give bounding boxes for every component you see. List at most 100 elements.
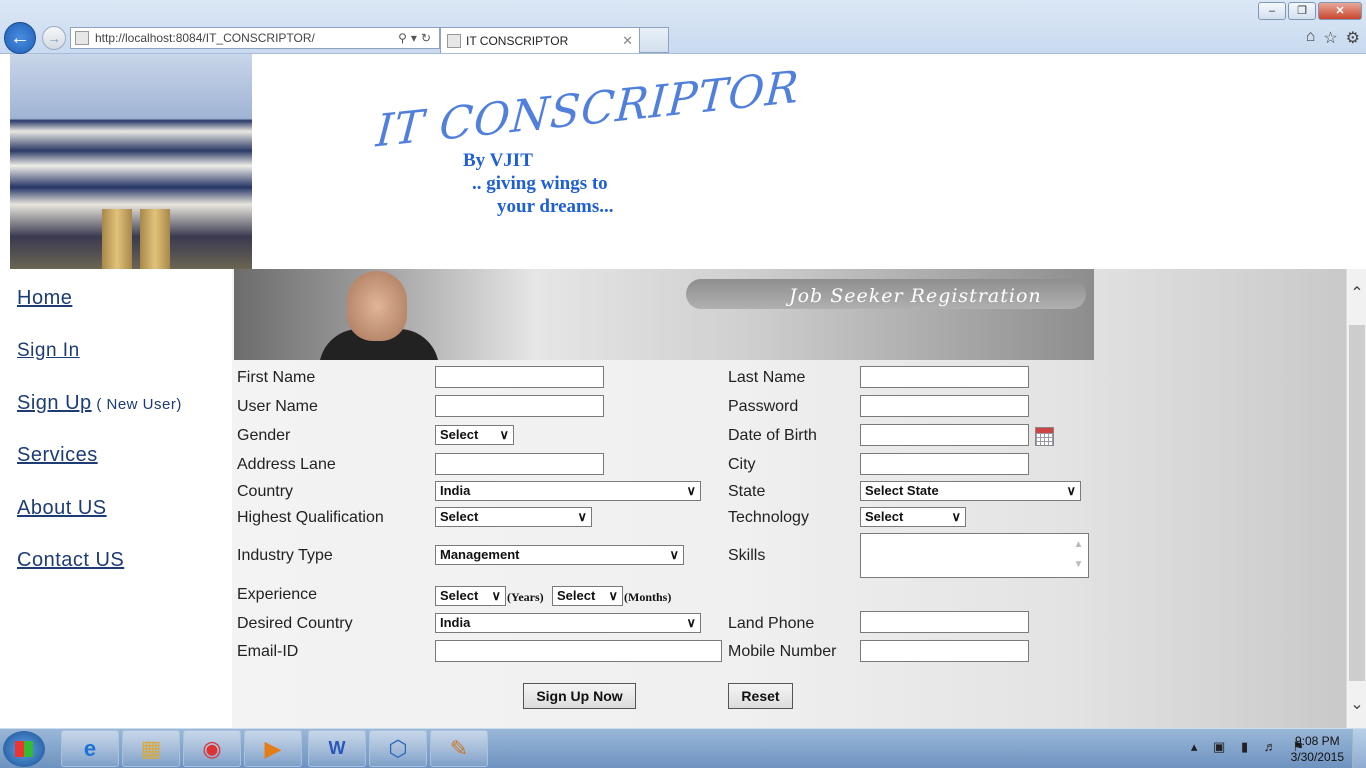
- taskbar-paint-icon[interactable]: ✎: [430, 730, 488, 767]
- city-label: City: [728, 456, 756, 473]
- building-pillar: [140, 209, 170, 269]
- state-value: Select State: [865, 483, 939, 498]
- gender-label: Gender: [237, 427, 291, 444]
- last-name-input[interactable]: [860, 366, 1029, 388]
- state-select[interactable]: Select State ∨: [860, 481, 1081, 501]
- windows-taskbar: e ▦ ◉ ▶ W ⬡ ✎ ▴ ▣ ▮ ♬ ⚑ 9:08 PM 3/30/201…: [0, 728, 1366, 768]
- chevron-down-icon: ∨: [669, 547, 679, 562]
- page-favicon-icon: [75, 31, 89, 45]
- clock-time: 9:08 PM: [1294, 734, 1340, 748]
- sidebar-nav: Home Sign In Sign Up ( New User) Service…: [0, 269, 232, 728]
- country-select[interactable]: India ∨: [435, 481, 701, 501]
- address-bar[interactable]: http://localhost:8084/IT_CONSCRIPTOR/ ⚲▾…: [70, 27, 440, 49]
- user-name-input[interactable]: [435, 395, 604, 417]
- chevron-down-icon: ∨: [577, 509, 587, 524]
- country-label: Country: [237, 483, 294, 500]
- state-label: State: [728, 483, 766, 500]
- page-scrollbar[interactable]: ⌃ ⌄: [1346, 269, 1366, 728]
- nav-sign-up-link[interactable]: Sign Up: [17, 392, 92, 414]
- skills-textarea[interactable]: ▲ ▼: [860, 533, 1089, 578]
- city-input[interactable]: [860, 453, 1029, 475]
- desired-country-value: India: [440, 615, 471, 630]
- dob-input[interactable]: [860, 424, 1029, 446]
- chevron-down-icon: ∨: [686, 483, 696, 498]
- browser-toolbar-icons: ⌂ ☆ ⚙: [1306, 28, 1360, 48]
- dob-label: Date of Birth: [728, 427, 817, 444]
- campus-building-image: [10, 54, 252, 269]
- taskbar-word-icon[interactable]: W: [308, 730, 366, 767]
- technology-select[interactable]: Select ∨: [860, 507, 966, 527]
- nav-about-link[interactable]: About US: [17, 497, 107, 520]
- country-value: India: [440, 483, 471, 498]
- chevron-down-icon: ∨: [1066, 483, 1076, 498]
- textarea-scroll-arrows[interactable]: ▲ ▼: [1070, 535, 1087, 576]
- industry-label: Industry Type: [237, 547, 333, 564]
- taskbar-virtualbox-icon[interactable]: ⬡: [369, 730, 427, 767]
- chevron-down-icon: ∨: [608, 588, 618, 603]
- back-button[interactable]: ←: [4, 22, 36, 54]
- gender-value: Select: [440, 427, 479, 442]
- job-seeker-banner: Job Seeker Registration: [234, 269, 1094, 360]
- nav-contact-link[interactable]: Contact US: [17, 549, 124, 572]
- qualification-select[interactable]: Select ∨: [435, 507, 592, 527]
- calendar-icon[interactable]: [1035, 427, 1054, 446]
- tagline-line-2: your dreams...: [497, 196, 614, 217]
- land-phone-input[interactable]: [860, 611, 1029, 633]
- settings-gear-icon[interactable]: ⚙: [1346, 28, 1360, 48]
- clock-date: 3/30/2015: [1290, 750, 1344, 764]
- skills-label: Skills: [728, 547, 766, 564]
- first-name-input[interactable]: [435, 366, 604, 388]
- taskbar-explorer-icon[interactable]: ▦: [122, 730, 180, 767]
- email-label: Email-ID: [237, 643, 299, 660]
- address-label: Address Lane: [237, 456, 336, 473]
- scroll-up-arrow-icon[interactable]: ⌃: [1347, 283, 1366, 303]
- last-name-label: Last Name: [728, 369, 806, 386]
- show-desktop-button[interactable]: [1352, 729, 1366, 768]
- tab-title: IT CONSCRIPTOR: [466, 33, 569, 48]
- home-icon[interactable]: ⌂: [1306, 28, 1316, 48]
- web-page: IT CONSCRIPTOR By VJIT .. giving wings t…: [0, 54, 1346, 728]
- url-text[interactable]: http://localhost:8084/IT_CONSCRIPTOR/: [95, 31, 315, 45]
- scroll-down-arrow-icon[interactable]: ⌄: [1347, 694, 1366, 714]
- taskbar-clock[interactable]: 9:08 PM 3/30/2015: [1291, 733, 1344, 765]
- nav-home-link[interactable]: Home: [17, 287, 72, 310]
- close-window-button[interactable]: ✕: [1318, 2, 1362, 20]
- taskbar-media-icon[interactable]: ▶: [244, 730, 302, 767]
- email-input[interactable]: [435, 640, 722, 662]
- password-input[interactable]: [860, 395, 1029, 417]
- forward-button[interactable]: →: [42, 26, 66, 50]
- technology-label: Technology: [728, 509, 809, 526]
- taskbar-ie-icon[interactable]: e: [61, 730, 119, 767]
- browser-tab[interactable]: IT CONSCRIPTOR ✕: [440, 27, 640, 53]
- chevron-down-icon: ∨: [951, 509, 961, 524]
- minimize-button[interactable]: –: [1258, 2, 1286, 20]
- address-input[interactable]: [435, 453, 604, 475]
- taskbar-chrome-icon[interactable]: ◉: [183, 730, 241, 767]
- tab-close-icon[interactable]: ✕: [622, 33, 633, 49]
- reset-button[interactable]: Reset: [728, 683, 793, 709]
- industry-select[interactable]: Management ∨: [435, 545, 684, 565]
- sign-up-now-button[interactable]: Sign Up Now: [523, 683, 636, 709]
- banner-person-image: [319, 269, 439, 360]
- experience-years-select[interactable]: Select ∨: [435, 586, 506, 606]
- first-name-label: First Name: [237, 369, 316, 386]
- site-logo: IT CONSCRIPTOR: [374, 61, 802, 158]
- desired-country-select[interactable]: India ∨: [435, 613, 701, 633]
- favorites-star-icon[interactable]: ☆: [1323, 28, 1337, 48]
- new-tab-button[interactable]: [640, 27, 669, 53]
- nav-sign-in-link[interactable]: Sign In: [17, 340, 80, 362]
- experience-months-select[interactable]: Select ∨: [552, 586, 623, 606]
- gender-select[interactable]: Select ∨: [435, 425, 514, 445]
- search-refresh-icons[interactable]: ⚲▾↻: [398, 31, 439, 45]
- mobile-input[interactable]: [860, 640, 1029, 662]
- nav-services-link[interactable]: Services: [17, 444, 98, 467]
- tab-favicon-icon: [447, 33, 461, 48]
- banner-title: Job Seeker Registration: [789, 285, 1042, 307]
- experience-months-value: Select: [557, 588, 596, 603]
- scroll-thumb[interactable]: [1349, 325, 1365, 681]
- start-button[interactable]: [3, 731, 45, 767]
- restore-button[interactable]: ❐: [1288, 2, 1316, 20]
- tagline-line-1: .. giving wings to: [472, 173, 608, 194]
- experience-label: Experience: [237, 586, 318, 603]
- window-controls: – ❐ ✕: [1258, 2, 1362, 20]
